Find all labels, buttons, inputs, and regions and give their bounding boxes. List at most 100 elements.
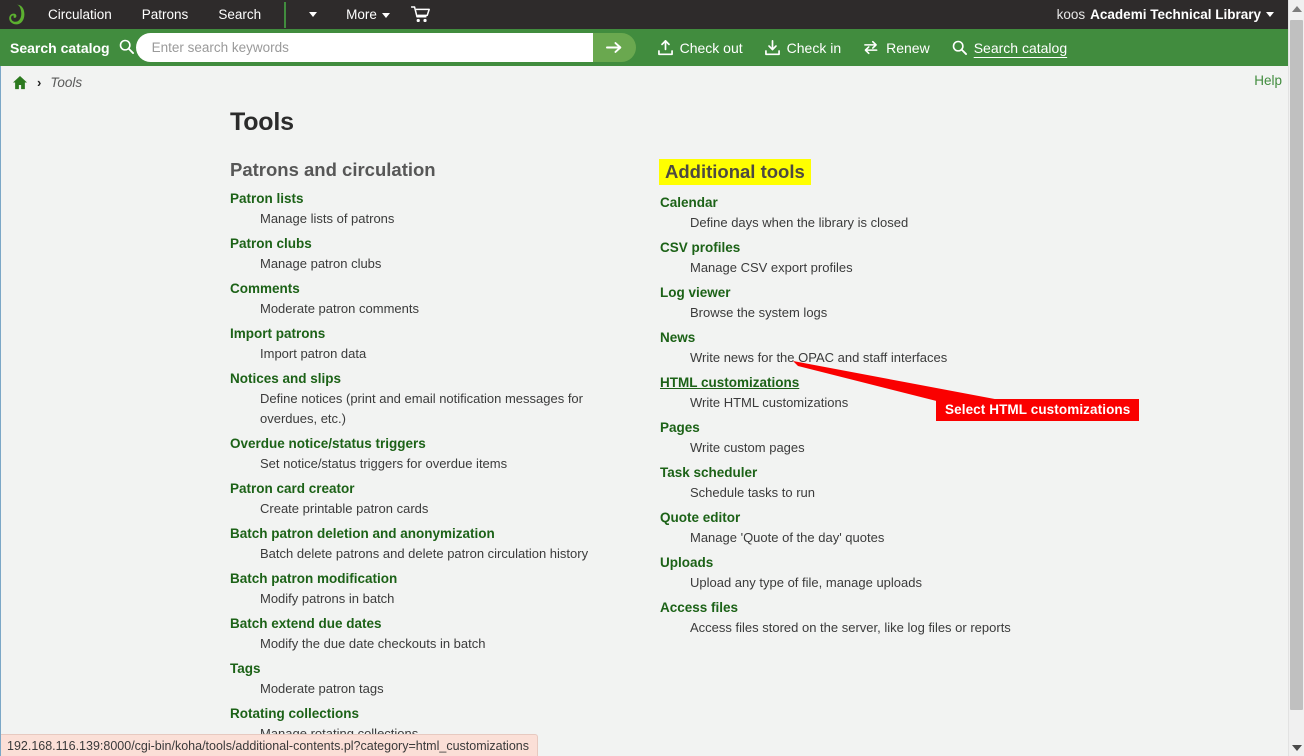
checkout-link[interactable]: Check out (657, 39, 743, 56)
tool-entry-description: Modify the due date checkouts in batch (260, 636, 486, 651)
scrollbar-thumb[interactable] (1290, 20, 1303, 710)
column-patrons-and-circulation: Patrons and circulation Patron lists Mana… (230, 159, 660, 749)
tool-link[interactable]: Patron lists (230, 191, 304, 206)
library-name: Academi Technical Library (1090, 7, 1261, 22)
section-heading-additional-tools: Additional tools (659, 159, 811, 185)
tool-entry-title: Batch patron deletion and anonymization (230, 524, 660, 543)
tool-link[interactable]: Patron clubs (230, 236, 312, 251)
tool-entry-description: Browse the system logs (690, 305, 828, 320)
tools-columns: Patrons and circulation Patron lists Mana… (0, 159, 1288, 749)
tool-entry-description: Write custom pages (690, 440, 805, 455)
upload-arrow-icon (657, 39, 673, 55)
breadcrumb: › Tools (0, 66, 1288, 98)
chevron-down-icon (1291, 744, 1302, 751)
koha-leaf-logo[interactable] (0, 0, 33, 29)
nav-divider (284, 1, 287, 28)
tools-list-left: Patron lists Manage lists of patrons Patro… (230, 189, 660, 744)
breadcrumb-home-link[interactable] (12, 75, 28, 90)
search-submit-button[interactable] (592, 33, 636, 62)
tool-entry-title: Tags (230, 659, 660, 678)
tool-link[interactable]: Task scheduler (660, 465, 757, 480)
help-link[interactable]: Help (1254, 73, 1282, 88)
checkout-label: Check out (679, 39, 743, 56)
nav-item-circulation[interactable]: Circulation (33, 0, 127, 29)
tool-entry-title: HTML customizations (660, 373, 1090, 392)
nav-item-search[interactable]: Search (203, 0, 276, 29)
tool-link[interactable]: Batch patron deletion and anonymization (230, 526, 495, 541)
tool-entry-description: Define notices (print and email notifica… (260, 391, 583, 426)
search-toolbar: Search catalog Enter search keywords Che… (0, 29, 1288, 66)
page-title: Tools (230, 108, 294, 136)
tool-entry-title: Access files (660, 598, 1090, 617)
nav-item-patrons[interactable]: Patrons (127, 0, 204, 29)
checkin-link[interactable]: Check in (764, 39, 841, 56)
vertical-scrollbar[interactable] (1288, 0, 1304, 756)
quick-action-links: Check out Check in Renew Search catalog (657, 39, 1067, 56)
tool-link[interactable]: Quote editor (660, 510, 740, 525)
tool-entry-title: Uploads (660, 553, 1090, 572)
tool-link[interactable]: Batch extend due dates (230, 616, 382, 631)
nav-item-more-label: More (346, 7, 377, 22)
tool-entry-title: Patron clubs (230, 234, 660, 253)
tool-link[interactable]: Patron card creator (230, 481, 355, 496)
tool-entry-description: Upload any type of file, manage uploads (690, 575, 922, 590)
search-input[interactable] (135, 34, 613, 61)
tool-entry-title: CSV profiles (660, 238, 1090, 257)
scroll-up-button[interactable] (1289, 0, 1304, 17)
breadcrumb-separator: › (37, 74, 42, 90)
chevron-up-icon (1291, 5, 1302, 12)
tool-entry-title: Log viewer (660, 283, 1090, 302)
breadcrumb-current: Tools (50, 74, 83, 90)
download-arrow-icon (764, 39, 780, 55)
tool-link[interactable]: Import patrons (230, 326, 325, 341)
tool-link[interactable]: CSV profiles (660, 240, 740, 255)
tool-entry-description: Manage patron clubs (260, 256, 382, 271)
cart-button[interactable] (398, 6, 443, 23)
tool-entry-description: Set notice/status triggers for overdue i… (260, 456, 508, 471)
magnifier-icon (952, 40, 967, 55)
tool-entry-title: Import patrons (230, 324, 660, 343)
tool-link[interactable]: HTML customizations (660, 375, 799, 390)
search-catalog-link[interactable]: Search catalog (952, 40, 1067, 56)
tool-link[interactable]: Tags (230, 661, 261, 676)
tool-entry-title: Quote editor (660, 508, 1090, 527)
scroll-down-button[interactable] (1289, 739, 1304, 756)
tool-entry-description: Moderate patron tags (260, 681, 384, 696)
search-catalog-tab[interactable]: Search catalog (0, 29, 148, 66)
tool-link[interactable]: Overdue notice/status triggers (230, 436, 426, 451)
chevron-down-icon (1266, 12, 1274, 17)
nav-dropdown-toggle[interactable] (290, 0, 331, 29)
renew-link[interactable]: Renew (863, 40, 930, 56)
nav-item-more[interactable]: More (331, 0, 398, 29)
tool-entry-description: Modify patrons in batch (260, 591, 395, 606)
tool-link[interactable]: News (660, 330, 695, 345)
tool-entry-title: Notices and slips (230, 369, 660, 388)
tool-entry-description: Moderate patron comments (260, 301, 419, 316)
user-name: koos (1056, 7, 1086, 22)
tool-link[interactable]: Log viewer (660, 285, 731, 300)
top-navbar: Circulation Patrons Search More koos Aca… (0, 0, 1288, 29)
tool-entry-title: Patron lists (230, 189, 660, 208)
tool-link[interactable]: Access files (660, 600, 738, 615)
tool-entry-title: Batch patron modification (230, 569, 660, 588)
tool-entry-description: Access files stored on the server, like … (690, 620, 1011, 635)
tool-entry-description: Write news for the OPAC and staff interf… (690, 350, 948, 365)
chevron-down-icon (381, 12, 390, 18)
tool-link[interactable]: Batch patron modification (230, 571, 397, 586)
tool-entry-description: Batch delete patrons and delete patron c… (260, 546, 589, 561)
tool-link[interactable]: Notices and slips (230, 371, 341, 386)
tool-link[interactable]: Calendar (660, 195, 718, 210)
tool-entry-title: News (660, 328, 1090, 347)
section-heading-patrons-and-circulation: Patrons and circulation (230, 159, 436, 180)
user-library-menu[interactable]: koos Academi Technical Library (1057, 7, 1288, 22)
tool-entry-description: Write HTML customizations (690, 395, 849, 410)
tool-link[interactable]: Comments (230, 281, 300, 296)
tool-link[interactable]: Uploads (660, 555, 713, 570)
tool-entry-title: Batch extend due dates (230, 614, 660, 633)
main-content: Tools Patrons and circulation Patron lis… (0, 108, 1288, 749)
tool-link[interactable]: Rotating collections (230, 706, 359, 721)
status-url: 192.168.116.139:8000/cgi-bin/koha/tools/… (7, 738, 529, 753)
tool-link[interactable]: Pages (660, 420, 700, 435)
tool-entry-title: Pages (660, 418, 1090, 437)
search-catalog-link-label: Search catalog (973, 39, 1068, 56)
